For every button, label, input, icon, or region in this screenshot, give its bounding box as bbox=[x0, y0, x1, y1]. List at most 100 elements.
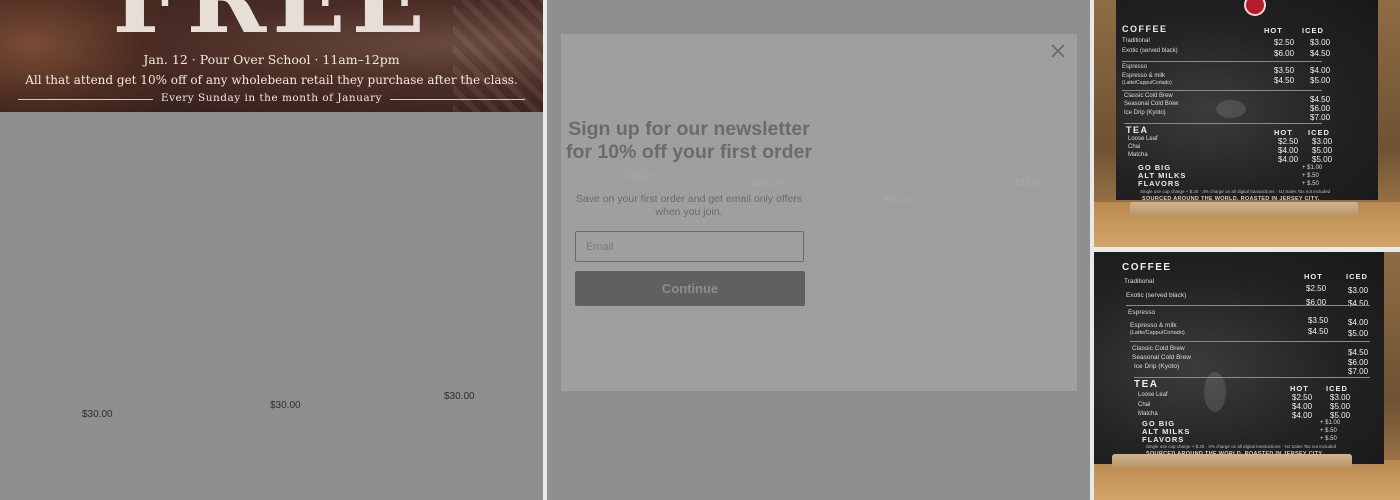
background-price: $30.00 bbox=[883, 195, 914, 206]
menu-item: Matcha bbox=[1128, 152, 1148, 158]
menu-price: $5.00 bbox=[1348, 329, 1369, 338]
menu-price: $2.50 bbox=[1274, 38, 1295, 47]
email-field[interactable] bbox=[575, 231, 804, 262]
divider bbox=[1122, 61, 1322, 62]
board-stand bbox=[1112, 454, 1352, 468]
extra-price: + $.50 bbox=[1320, 436, 1337, 442]
menu-price: $6.00 bbox=[1348, 358, 1369, 367]
hot-column-label: HOT bbox=[1290, 384, 1309, 393]
menu-item-detail: (Latte/Cappu/Cortado) bbox=[1122, 80, 1172, 86]
menu-price: $4.50 bbox=[1310, 95, 1331, 104]
menu-price: $3.00 bbox=[1312, 137, 1333, 146]
menu-board: COFFEE HOT ICED Traditional $2.50 $3.00 … bbox=[1116, 0, 1378, 202]
product-price: $30.00 bbox=[444, 391, 475, 402]
menu-price: $5.00 bbox=[1330, 402, 1351, 411]
menu-price: $5.00 bbox=[1310, 76, 1331, 85]
menu-price: $5.00 bbox=[1312, 155, 1333, 164]
menu-price: $4.00 bbox=[1348, 318, 1369, 327]
divider bbox=[1130, 341, 1370, 342]
menu-item: Espresso & milk bbox=[1122, 73, 1166, 79]
menu-price: $2.50 bbox=[1278, 137, 1299, 146]
menu-price: $5.00 bbox=[1330, 411, 1351, 420]
menu-price: $4.50 bbox=[1274, 76, 1295, 85]
menu-item: Classic Cold Brew bbox=[1124, 93, 1173, 99]
banner-recurrence-row: Every Sunday in the month of January bbox=[18, 92, 525, 106]
divider bbox=[1134, 377, 1370, 378]
menu-price: $4.50 bbox=[1348, 348, 1369, 357]
coffee-heading: COFFEE bbox=[1122, 262, 1172, 273]
middle-panel: $30.00 $22.00 $30.00 $25.00 Sign up for … bbox=[547, 0, 1090, 500]
menu-item: Ice Drip (Kyoto) bbox=[1134, 363, 1180, 370]
iced-column-label: ICED bbox=[1302, 26, 1324, 35]
menu-item: Exotic (served black) bbox=[1126, 292, 1187, 299]
menu-item: Matcha bbox=[1138, 411, 1158, 417]
menu-price: $4.50 bbox=[1310, 49, 1331, 58]
menu-item: Chai bbox=[1128, 144, 1141, 150]
close-icon[interactable] bbox=[1049, 42, 1067, 60]
left-panel: FREE Jan. 12 · Pour Over School · 11am–1… bbox=[0, 0, 543, 500]
newsletter-modal: $30.00 $22.00 $30.00 $25.00 Sign up for … bbox=[561, 34, 1077, 391]
product-price: $30.00 bbox=[270, 400, 301, 411]
hot-column-label: HOT bbox=[1274, 128, 1293, 137]
banner-recurrence: Every Sunday in the month of January bbox=[160, 92, 383, 104]
background-price: $22.00 bbox=[752, 178, 783, 189]
menu-item: Traditional bbox=[1124, 278, 1155, 285]
extra-label: FLAVORS bbox=[1142, 435, 1185, 444]
menu-price: $4.50 bbox=[1308, 327, 1329, 336]
menu-item: Espresso bbox=[1122, 64, 1148, 70]
extra-label: FLAVORS bbox=[1138, 179, 1181, 188]
divider bbox=[1122, 90, 1322, 91]
menu-item: Seasonal Cold Brew bbox=[1124, 101, 1179, 107]
banner-event-line: Jan. 12 · Pour Over School · 11am–12pm bbox=[143, 52, 400, 67]
menu-footnote: Single use cup charge + $.25 · 3% charge… bbox=[1140, 189, 1331, 194]
menu-item: Traditional bbox=[1122, 38, 1150, 44]
menu-item: Espresso bbox=[1128, 309, 1156, 316]
menu-price: $2.50 bbox=[1306, 284, 1327, 293]
iced-column-label: ICED bbox=[1346, 272, 1368, 281]
divider bbox=[1126, 305, 1370, 306]
menu-price: $4.50 bbox=[1348, 299, 1369, 308]
menu-item: Exotic (served black) bbox=[1122, 48, 1178, 54]
menu-footnote: Single use cup charge + $.25 · 3% charge… bbox=[1146, 444, 1337, 449]
continue-button[interactable]: Continue bbox=[575, 271, 805, 306]
menu-item: Loose Leaf bbox=[1138, 392, 1168, 398]
newsletter-subtitle: Save on your first order and get email o… bbox=[575, 193, 803, 218]
menu-board-photo[interactable]: COFFEE HOT ICED Traditional $2.50 $3.00 … bbox=[1094, 0, 1400, 247]
iced-column-label: ICED bbox=[1308, 128, 1330, 137]
banner-offer-line: All that attend get 10% off of any whole… bbox=[25, 73, 518, 87]
right-panel: COFFEE HOT ICED Traditional $2.50 $3.00 … bbox=[1094, 0, 1400, 500]
menu-board-photo[interactable]: COFFEE HOT ICED Traditional $2.50 $3.00 … bbox=[1094, 252, 1400, 500]
menu-price: $7.00 bbox=[1310, 113, 1331, 122]
menu-item: Chai bbox=[1138, 402, 1151, 408]
menu-item: Classic Cold Brew bbox=[1132, 345, 1185, 352]
menu-item-detail: (Latte/Cappu/Cortado) bbox=[1130, 330, 1185, 336]
hot-column-label: HOT bbox=[1304, 272, 1323, 281]
menu-price: $3.50 bbox=[1308, 316, 1329, 325]
extra-price: + $.50 bbox=[1302, 181, 1319, 187]
tea-heading: TEA bbox=[1126, 125, 1149, 135]
tea-heading: TEA bbox=[1134, 379, 1159, 390]
iced-column-label: ICED bbox=[1326, 384, 1348, 393]
menu-item: Seasonal Cold Brew bbox=[1132, 354, 1191, 361]
divider bbox=[1124, 123, 1322, 124]
menu-price: $6.00 bbox=[1274, 49, 1295, 58]
menu-price: $3.00 bbox=[1310, 38, 1331, 47]
menu-item: Loose Leaf bbox=[1128, 136, 1158, 142]
extra-price: + $1.00 bbox=[1302, 165, 1323, 171]
logo-icon bbox=[1244, 0, 1266, 16]
newsletter-title: Sign up for our newsletter for 10% off y… bbox=[566, 118, 812, 163]
menu-price: $4.00 bbox=[1292, 402, 1313, 411]
menu-price: $2.50 bbox=[1292, 393, 1313, 402]
background-price: $30.00 bbox=[623, 170, 654, 181]
event-banner[interactable]: FREE Jan. 12 · Pour Over School · 11am–1… bbox=[0, 0, 543, 112]
banner-headline: FREE bbox=[0, 0, 543, 55]
menu-price: $4.00 bbox=[1278, 146, 1299, 155]
extra-price: + $1.00 bbox=[1320, 420, 1341, 426]
menu-price: $7.00 bbox=[1348, 367, 1369, 376]
board-stand bbox=[1130, 202, 1358, 216]
coffee-heading: COFFEE bbox=[1122, 24, 1168, 34]
product-price: $30.00 bbox=[82, 409, 113, 420]
menu-item: Ice Drip (Kyoto) bbox=[1124, 110, 1166, 116]
glare bbox=[1204, 372, 1226, 412]
menu-price: $6.00 bbox=[1310, 104, 1331, 113]
